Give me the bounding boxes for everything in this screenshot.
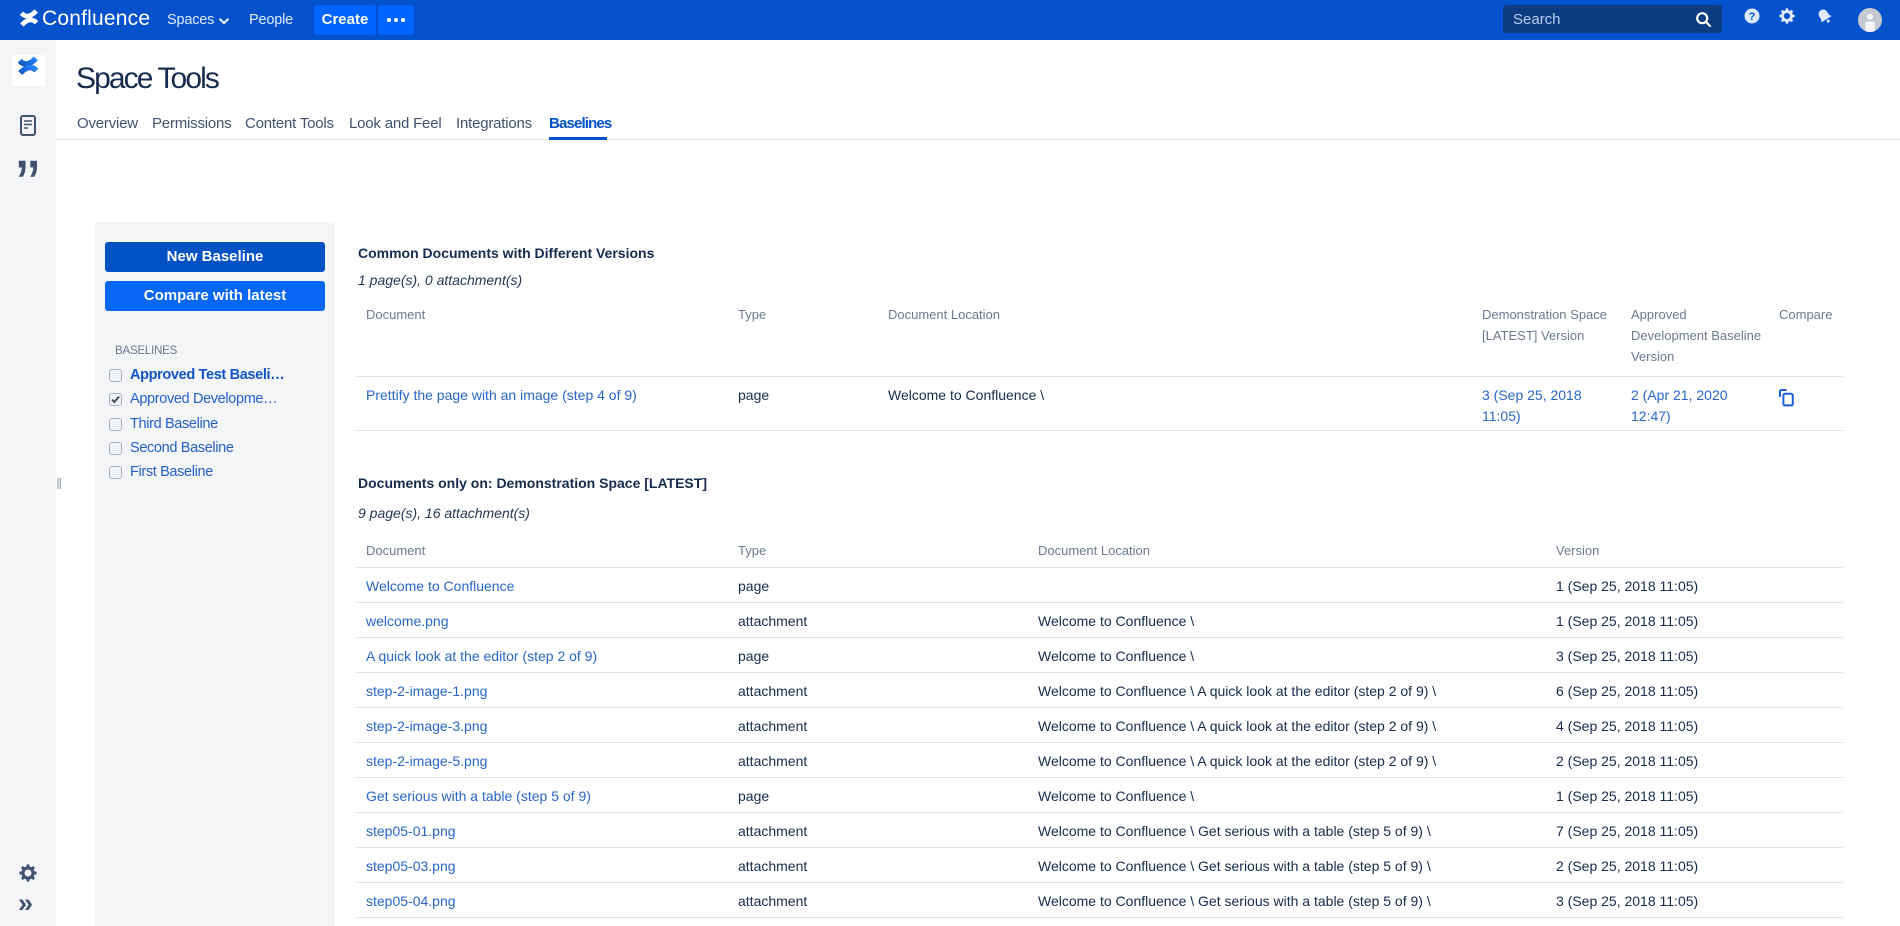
svg-text:?: ? [1749, 11, 1756, 23]
